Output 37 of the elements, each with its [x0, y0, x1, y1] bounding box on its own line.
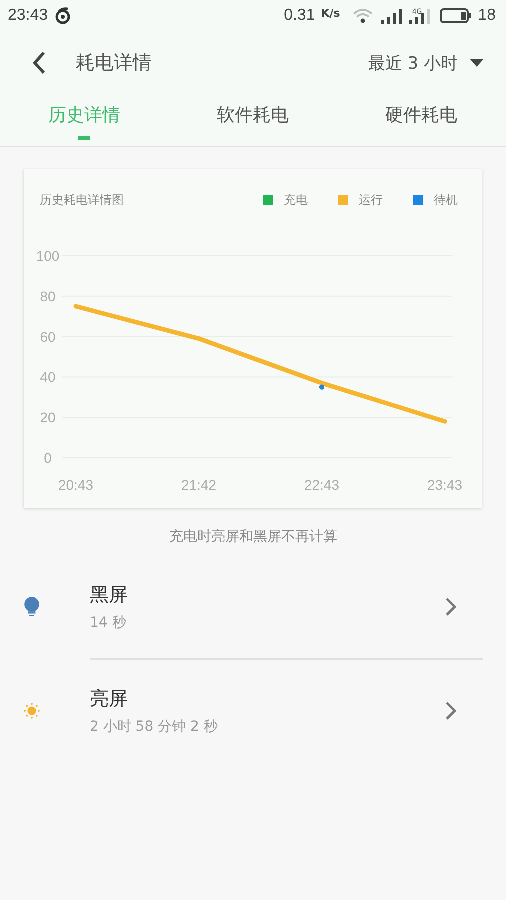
range-dropdown[interactable]: 最近 3 小时 [364, 48, 488, 78]
wifi-icon [352, 8, 374, 24]
item-title: 黑屏 [90, 583, 129, 608]
network-speed: 0.31 [284, 7, 316, 25]
x-tick-label: 21:42 [181, 477, 217, 493]
y-tick-label: 80 [40, 288, 56, 304]
clock: 23:43 [8, 7, 48, 25]
data-point [319, 384, 325, 390]
chevron-icon [445, 597, 457, 617]
item-title: 亮屏 [90, 687, 129, 712]
y-tick-label: 20 [40, 410, 56, 426]
y-tick-label: 0 [44, 450, 52, 466]
legend-label: 运行 [359, 192, 383, 208]
battery-level: 18 [478, 7, 496, 25]
chart-title: 历史耗电详情图 [40, 192, 124, 208]
back-icon [32, 51, 46, 75]
battery-icon [440, 8, 472, 24]
chevron-icon [445, 701, 457, 721]
note-text: 充电时亮屏和黑屏不再计算 [168, 528, 338, 546]
y-tick-label: 40 [40, 369, 56, 386]
list-item[interactable]: 黑屏 14 秒 [24, 564, 483, 650]
x-tick-label: 20:43 [58, 477, 94, 493]
item-duration: 14 秒 [90, 614, 128, 632]
y-tick-label: 60 [40, 328, 56, 345]
speed-unit: K/s [321, 6, 340, 20]
x-tick-label: 23:43 [427, 477, 463, 493]
y-tick-label: 100 [36, 248, 60, 264]
tab[interactable]: 硬件耗电 [337, 94, 506, 146]
x-tick-label: 22:43 [304, 477, 340, 493]
caret-icon [470, 58, 484, 68]
page-title: 耗电详情 [76, 51, 152, 76]
tab[interactable]: 软件耗电 [168, 94, 338, 146]
item-duration: 2 小时 58 分钟 2 秒 [90, 718, 219, 736]
legend-label: 充电 [284, 192, 308, 208]
swirl-icon [54, 7, 72, 25]
list-item[interactable]: 亮屏 2 小时 58 分钟 2 秒 [24, 668, 483, 754]
legend-label: 待机 [434, 192, 458, 208]
